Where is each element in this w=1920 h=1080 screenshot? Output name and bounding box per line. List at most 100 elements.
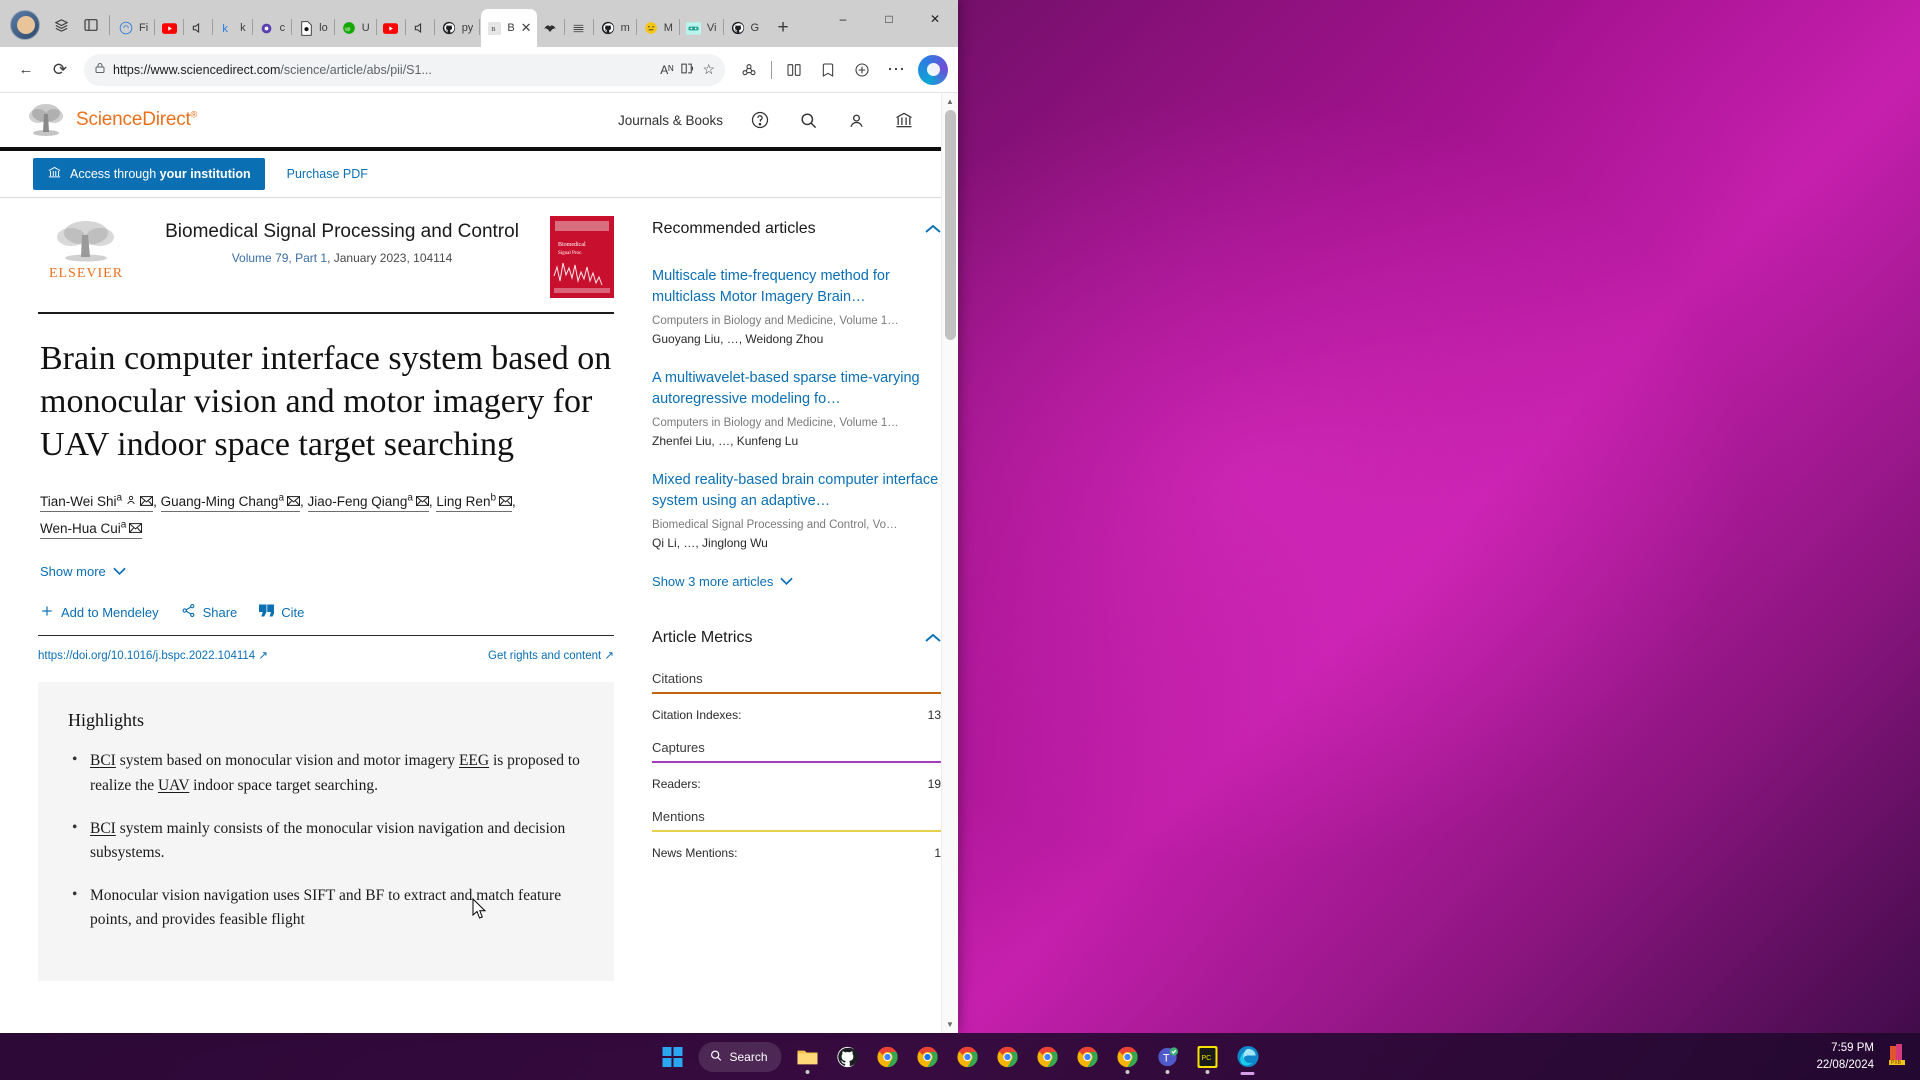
favorite-star-icon[interactable]: ☆: [702, 61, 715, 78]
highlight-item: Monocular vision navigation uses SIFT an…: [68, 883, 584, 932]
highlight-term[interactable]: BCI: [90, 752, 116, 769]
browser-tab[interactable]: m: [595, 9, 635, 47]
tray-app-icon[interactable]: PXB: [1886, 1042, 1908, 1071]
journal-volume[interactable]: Volume 79, Part 1: [232, 251, 327, 265]
address-bar[interactable]: https://www.sciencedirect.com/science/ar…: [84, 53, 725, 86]
settings-menu-icon[interactable]: ⋯: [880, 54, 912, 86]
sciencedirect-logo[interactable]: ScienceDirect®: [26, 100, 197, 140]
get-rights-and-content-link[interactable]: Get rights and content ↗: [488, 648, 614, 662]
account-icon[interactable]: [845, 109, 867, 131]
highlight-term[interactable]: UAV: [158, 777, 189, 794]
doc-icon: [298, 20, 314, 36]
taskbar-chrome-icon[interactable]: [1028, 1037, 1068, 1077]
envelope-icon[interactable]: [140, 496, 154, 509]
author[interactable]: Guang-Ming Changa: [160, 493, 301, 513]
collections-icon[interactable]: [733, 54, 765, 86]
vertical-tabs-icon[interactable]: [76, 6, 106, 44]
taskbar-chrome-icon[interactable]: [948, 1037, 988, 1077]
envelope-icon[interactable]: [287, 496, 301, 509]
access-through-institution-button[interactable]: Access through your institution: [33, 158, 265, 190]
purchase-pdf-button[interactable]: Purchase PDF: [287, 167, 368, 181]
browser-essentials-icon[interactable]: [846, 54, 878, 86]
show-more-articles-button[interactable]: Show 3 more articles: [652, 574, 941, 589]
minimize-button[interactable]: –: [820, 0, 866, 37]
browser-tab[interactable]: [407, 9, 433, 47]
tab-close-icon[interactable]: ✕: [521, 20, 532, 36]
scroll-up-arrow[interactable]: ▲: [942, 93, 958, 110]
browser-tab[interactable]: c: [254, 9, 291, 47]
browser-tab-active[interactable]: B B ✕: [481, 9, 537, 47]
taskbar-clock[interactable]: 7:59 PM 22/08/2024: [1816, 1040, 1874, 1073]
chevron-up-icon[interactable]: [925, 630, 941, 646]
scrollbar-thumb[interactable]: [945, 110, 956, 340]
chevron-up-icon[interactable]: [925, 221, 941, 237]
back-button[interactable]: ←: [10, 54, 42, 86]
browser-tab[interactable]: Fi: [113, 9, 153, 47]
taskbar-chrome-icon[interactable]: [868, 1037, 908, 1077]
author[interactable]: Ling Renb: [436, 493, 513, 513]
browser-tab[interactable]: M: [638, 9, 678, 47]
reload-button[interactable]: ⟳: [44, 54, 76, 86]
envelope-icon[interactable]: [415, 496, 429, 509]
close-button[interactable]: ✕: [912, 0, 958, 37]
taskbar-pc-app-icon[interactable]: PC: [1188, 1037, 1228, 1077]
tab-actions-icon[interactable]: [46, 6, 76, 44]
browser-tab[interactable]: kk: [214, 9, 251, 47]
recommended-article-title[interactable]: Multiscale time-frequency method for mul…: [652, 266, 941, 308]
add-to-mendeley-button[interactable]: Add to Mendeley: [40, 604, 159, 621]
profile-avatar[interactable]: [10, 10, 40, 40]
favorites-bar-icon[interactable]: [812, 54, 844, 86]
help-icon[interactable]: [749, 109, 771, 131]
doi-link[interactable]: https://doi.org/10.1016/j.bspc.2022.1041…: [38, 648, 268, 662]
highlight-term[interactable]: BCI: [90, 820, 116, 837]
browser-tab[interactable]: up U: [336, 9, 375, 47]
split-screen-icon[interactable]: [778, 54, 810, 86]
recommended-article-title[interactable]: Mixed reality-based brain computer inter…: [652, 470, 941, 512]
windows-start-icon[interactable]: [652, 1037, 692, 1077]
envelope-icon[interactable]: [499, 496, 513, 509]
browser-tab[interactable]: py: [436, 9, 479, 47]
share-button[interactable]: Share: [181, 603, 237, 621]
browser-tab[interactable]: [378, 9, 404, 47]
new-tab-button[interactable]: +: [770, 14, 796, 42]
author[interactable]: Jiao-Feng Qianga: [307, 493, 429, 513]
search-icon[interactable]: [797, 109, 819, 131]
taskbar-github-desktop-icon[interactable]: [828, 1037, 868, 1077]
taskbar-chrome-icon[interactable]: [988, 1037, 1028, 1077]
author[interactable]: Wen-Hua Cuia: [40, 520, 143, 540]
read-aloud-icon[interactable]: Aᴺ: [660, 63, 673, 77]
recommended-article-item[interactable]: Mixed reality-based brain computer inter…: [652, 470, 941, 550]
envelope-icon[interactable]: [129, 523, 143, 536]
taskbar-edge-blue-icon[interactable]: [908, 1037, 948, 1077]
browser-tab[interactable]: G: [725, 9, 765, 47]
browser-tab[interactable]: [156, 9, 182, 47]
taskbar-chrome-icon[interactable]: [1108, 1037, 1148, 1077]
taskbar-teams-icon[interactable]: T: [1148, 1037, 1188, 1077]
taskbar-file-explorer-icon[interactable]: [788, 1037, 828, 1077]
journals-and-books-link[interactable]: Journals & Books: [618, 113, 723, 128]
author[interactable]: Tian-Wei Shia: [40, 493, 154, 513]
recommended-article-title[interactable]: A multiwavelet-based sparse time-varying…: [652, 368, 941, 410]
browser-tab[interactable]: [537, 9, 563, 47]
institution-icon[interactable]: [893, 109, 915, 131]
scroll-down-arrow[interactable]: ▼: [942, 1016, 958, 1033]
taskbar-edge-icon[interactable]: [1228, 1037, 1268, 1077]
copilot-icon[interactable]: [918, 54, 948, 85]
maximize-button[interactable]: □: [866, 0, 912, 37]
journal-cover-image[interactable]: Biomedical Signal Proc.: [550, 216, 615, 298]
author-profile-icon[interactable]: [125, 496, 137, 509]
highlight-term[interactable]: EEG: [459, 752, 489, 769]
browser-tab[interactable]: lo: [293, 9, 333, 47]
recommended-article-item[interactable]: A multiwavelet-based sparse time-varying…: [652, 368, 941, 448]
page-scrollbar[interactable]: ▲ ▼: [941, 93, 958, 1033]
immersive-reader-icon[interactable]: [680, 61, 695, 79]
browser-tab[interactable]: [185, 9, 211, 47]
cite-button[interactable]: Cite: [259, 604, 304, 620]
taskbar-chrome-icon[interactable]: [1068, 1037, 1108, 1077]
browser-tab[interactable]: [566, 9, 592, 47]
browser-tab[interactable]: Vi: [681, 9, 722, 47]
show-more-authors-button[interactable]: Show more: [40, 564, 614, 579]
recommended-article-item[interactable]: Multiscale time-frequency method for mul…: [652, 266, 941, 346]
taskbar-search-button[interactable]: Search: [698, 1041, 782, 1072]
journal-name[interactable]: Biomedical Signal Processing and Control: [140, 220, 544, 243]
